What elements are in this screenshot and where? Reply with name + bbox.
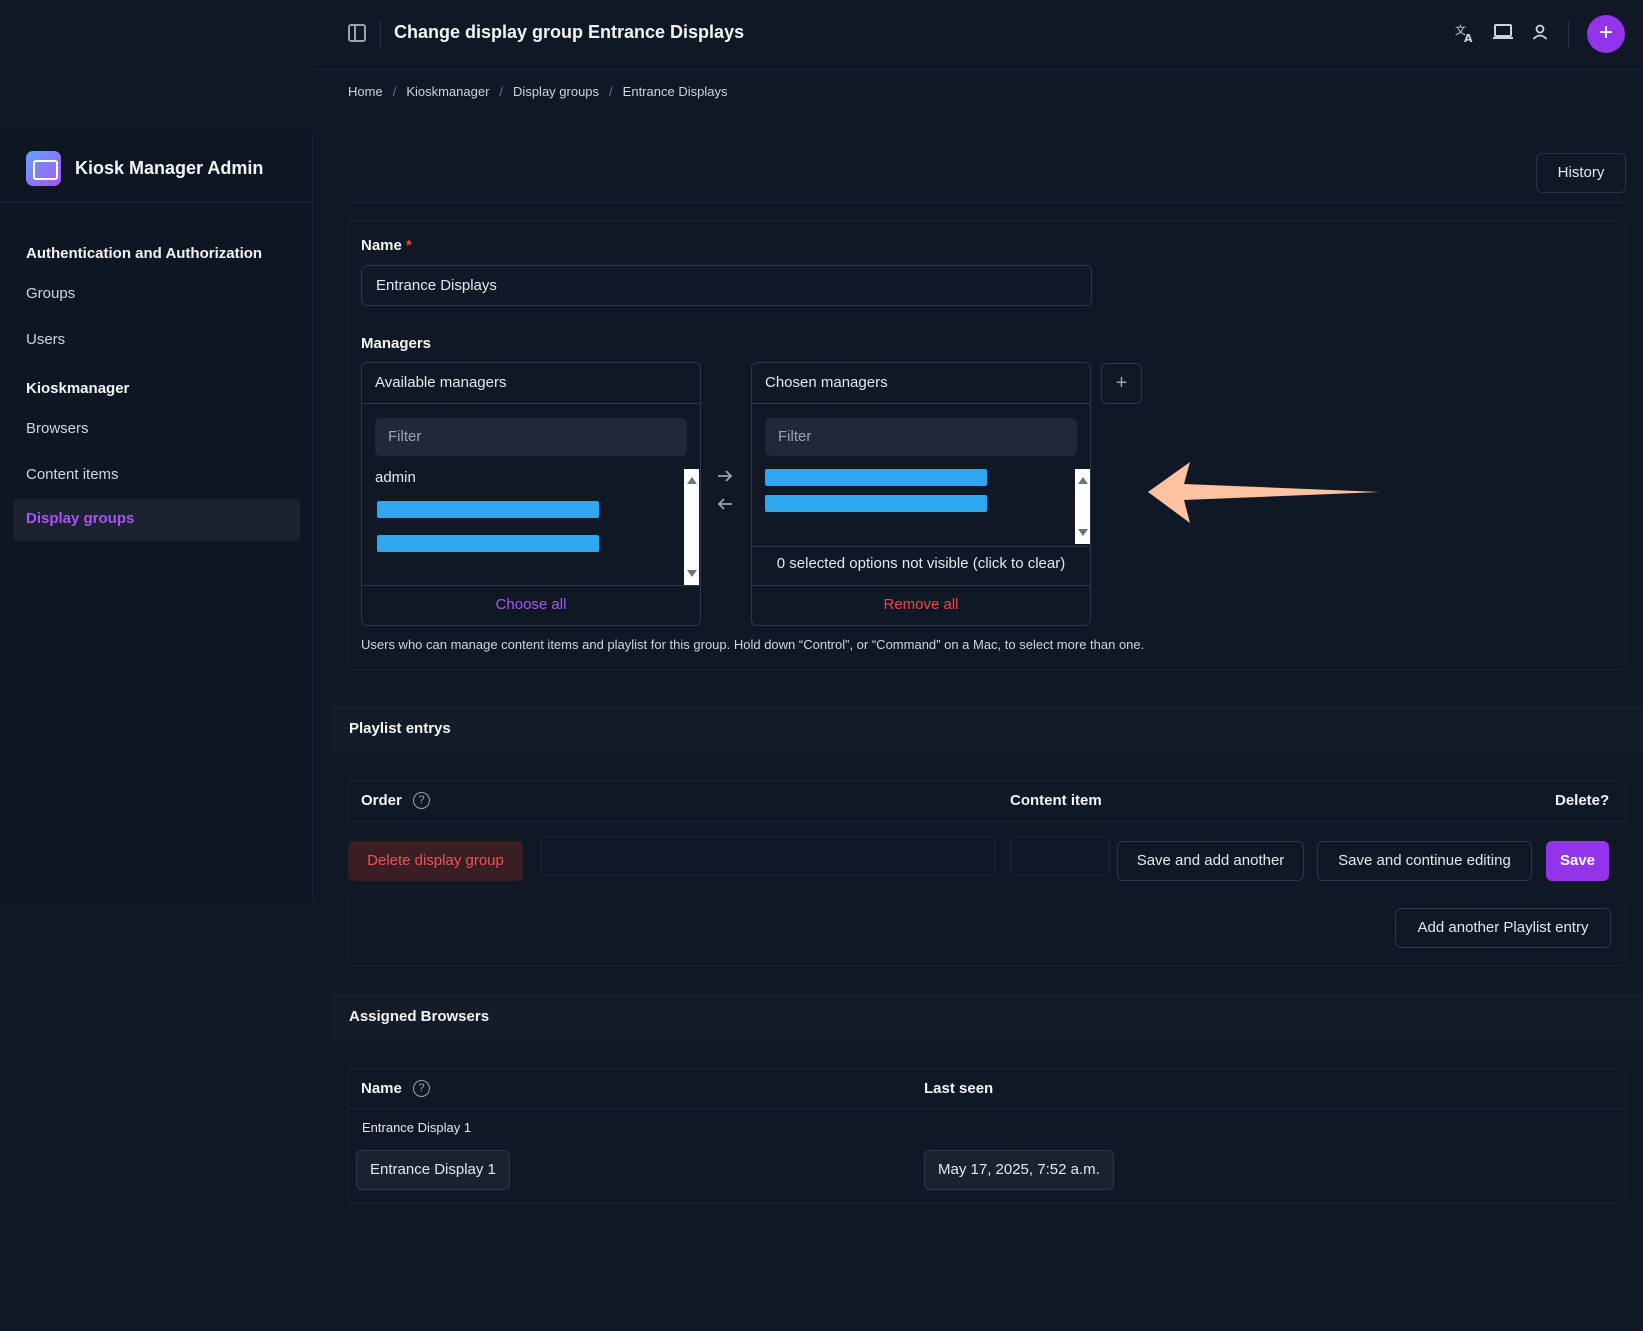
nav-heading-kioskmanager: Kioskmanager xyxy=(26,380,130,397)
redacted-option[interactable] xyxy=(377,535,599,552)
breadcrumb: Home / Kioskmanager / Display groups / E… xyxy=(348,84,727,99)
content-item-field[interactable] xyxy=(1010,836,1110,876)
add-manager-button[interactable]: + xyxy=(1101,363,1142,404)
scroll-down-icon[interactable] xyxy=(687,570,697,577)
breadcrumb-separator: / xyxy=(392,84,397,99)
chosen-managers-box: Chosen managers Filter 0 selected option… xyxy=(751,362,1091,626)
divider xyxy=(1568,21,1569,47)
not-visible-notice[interactable]: 0 selected options not visible (click to… xyxy=(752,555,1090,572)
available-filter-input[interactable]: Filter xyxy=(375,418,687,456)
brand[interactable]: Kiosk Manager Admin xyxy=(26,151,263,186)
breadcrumb-kioskmanager[interactable]: Kioskmanager xyxy=(406,84,489,99)
divider xyxy=(348,821,1626,822)
chosen-managers-title: Chosen managers xyxy=(765,374,888,391)
divider xyxy=(752,585,1090,586)
nav-heading-auth: Authentication and Authorization xyxy=(26,245,263,262)
user-icon[interactable] xyxy=(1527,22,1553,46)
order-field[interactable] xyxy=(540,836,996,876)
scroll-up-icon[interactable] xyxy=(687,477,697,484)
help-icon[interactable]: ? xyxy=(413,792,430,809)
available-managers-title: Available managers xyxy=(375,374,507,391)
sidebar-item-browsers[interactable]: Browsers xyxy=(26,420,89,437)
divider xyxy=(362,585,700,586)
svg-text:A: A xyxy=(1464,32,1473,44)
redacted-option[interactable] xyxy=(377,501,599,518)
divider xyxy=(752,546,1090,547)
page-title: Change display group Entrance Displays xyxy=(394,22,745,42)
divider xyxy=(348,202,1626,203)
add-button[interactable]: + xyxy=(1587,15,1625,53)
save-and-continue-button[interactable]: Save and continue editing xyxy=(1317,841,1532,881)
delete-display-group-button[interactable]: Delete display group xyxy=(348,841,523,881)
history-button[interactable]: History xyxy=(1536,153,1626,193)
scroll-down-icon[interactable] xyxy=(1078,529,1088,536)
sidebar-item-users[interactable]: Users xyxy=(26,331,65,348)
breadcrumb-home[interactable]: Home xyxy=(348,84,383,99)
breadcrumb-separator: / xyxy=(609,84,613,99)
name-label: Name * xyxy=(361,237,412,254)
breadcrumb-display-groups[interactable]: Display groups xyxy=(513,84,599,99)
available-managers-box: Available managers Filter admin Choose a… xyxy=(361,362,701,626)
remove-arrow-icon[interactable] xyxy=(717,496,733,516)
app-logo-icon xyxy=(26,151,61,186)
browsers-section-header: Assigned Browsers xyxy=(331,993,1643,1041)
choose-all-link[interactable]: Choose all xyxy=(362,596,700,613)
divider xyxy=(362,403,700,404)
chosen-filter-input[interactable]: Filter xyxy=(765,418,1077,456)
remove-all-link[interactable]: Remove all xyxy=(752,596,1090,613)
name-input[interactable]: Entrance Displays xyxy=(361,265,1092,306)
required-mark: * xyxy=(406,237,412,254)
available-scrollbar[interactable] xyxy=(684,469,699,585)
divider xyxy=(0,202,313,203)
scroll-up-icon[interactable] xyxy=(1078,477,1088,484)
divider xyxy=(752,403,1090,404)
sidebar-item-label: Display groups xyxy=(26,510,135,527)
help-icon[interactable]: ? xyxy=(413,1080,430,1097)
last-seen-field: May 17, 2025, 7:52 a.m. xyxy=(924,1150,1114,1190)
add-playlist-entry-button[interactable]: Add another Playlist entry xyxy=(1395,908,1611,948)
browsers-title: Assigned Browsers xyxy=(349,1008,490,1025)
monitor-icon[interactable] xyxy=(1490,22,1516,46)
divider xyxy=(348,1108,1626,1109)
playlist-title: Playlist entrys xyxy=(349,720,451,737)
playlist-section-header: Playlist entrys xyxy=(331,705,1643,753)
managers-label: Managers xyxy=(361,335,432,352)
column-order: Order xyxy=(361,792,402,809)
divider xyxy=(380,21,381,47)
brand-name: Kiosk Manager Admin xyxy=(75,158,264,178)
row-caption: Entrance Display 1 xyxy=(362,1120,472,1135)
column-content-item: Content item xyxy=(1010,792,1102,809)
column-delete: Delete? xyxy=(1555,792,1610,809)
choose-arrow-icon[interactable] xyxy=(717,468,733,488)
save-button[interactable]: Save xyxy=(1546,841,1609,881)
save-and-add-another-button[interactable]: Save and add another xyxy=(1117,841,1304,881)
plus-icon: + xyxy=(1115,372,1128,394)
plus-icon: + xyxy=(1598,19,1613,46)
sidebar-item-display-groups[interactable]: Display groups xyxy=(13,499,300,541)
column-name: Name xyxy=(361,1080,402,1097)
annotation-arrow xyxy=(1148,462,1380,523)
column-last-seen: Last seen xyxy=(924,1080,994,1097)
translate-icon[interactable]: 文A xyxy=(1452,22,1478,46)
breadcrumb-separator: / xyxy=(499,84,504,99)
redacted-option[interactable] xyxy=(765,469,987,486)
browser-name-field[interactable]: Entrance Display 1 xyxy=(356,1150,510,1190)
sidebar-item-content-items[interactable]: Content items xyxy=(26,466,119,483)
sidebar-item-groups[interactable]: Groups xyxy=(26,285,75,302)
managers-help-text: Users who can manage content items and p… xyxy=(361,637,1145,652)
option-admin[interactable]: admin xyxy=(375,469,416,486)
breadcrumb-current: Entrance Displays xyxy=(622,84,728,99)
redacted-option[interactable] xyxy=(765,495,987,512)
chosen-scrollbar[interactable] xyxy=(1075,469,1090,544)
sidebar-toggle-icon[interactable] xyxy=(348,24,366,42)
